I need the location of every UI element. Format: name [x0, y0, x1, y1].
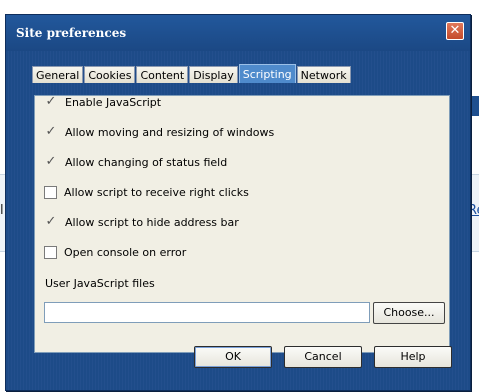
close-button[interactable]: ✕	[446, 22, 464, 40]
checkmark-icon[interactable]: ✓	[44, 125, 58, 139]
checkmark-icon[interactable]: ✓	[44, 155, 58, 169]
unchecked-checkbox[interactable]	[44, 245, 57, 259]
tab-network[interactable]: Network	[296, 66, 351, 83]
option-label: Allow script to receive right clicks	[64, 185, 249, 199]
option-allow-status-field[interactable]: ✓ Allow changing of status field	[44, 154, 228, 170]
close-icon: ✕	[449, 23, 461, 38]
option-open-console-on-error[interactable]: Open console on error	[44, 244, 186, 260]
tab-content[interactable]: Content	[136, 66, 189, 83]
tab-general[interactable]: General	[32, 66, 84, 83]
ok-button[interactable]: OK	[194, 346, 272, 368]
user-js-files-input[interactable]	[44, 302, 370, 323]
option-enable-javascript[interactable]: ✓ Enable JavaScript	[44, 94, 162, 110]
option-allow-moving-resizing[interactable]: ✓ Allow moving and resizing of windows	[44, 124, 275, 140]
option-hide-address-bar[interactable]: ✓ Allow script to hide address bar	[44, 214, 239, 230]
choose-button[interactable]: Choose...	[373, 302, 445, 324]
tab-strip: General Cookies Content Display Scriptin…	[32, 64, 352, 83]
unchecked-checkbox[interactable]	[44, 185, 57, 199]
option-receive-right-clicks[interactable]: Allow script to receive right clicks	[44, 184, 249, 200]
user-js-files-label: User JavaScript files	[45, 277, 155, 290]
checkmark-icon[interactable]: ✓	[44, 95, 58, 109]
cancel-button[interactable]: Cancel	[284, 346, 362, 368]
help-button[interactable]: Help	[374, 346, 452, 368]
option-label: Allow changing of status field	[65, 155, 228, 169]
tab-cookies[interactable]: Cookies	[84, 66, 136, 83]
checkmark-icon[interactable]: ✓	[44, 215, 58, 229]
tab-display[interactable]: Display	[189, 66, 238, 83]
dialog-title: Site preferences	[16, 26, 127, 40]
option-label: Allow script to hide address bar	[65, 215, 239, 229]
tab-scripting[interactable]: Scripting	[238, 64, 296, 83]
option-label: Enable JavaScript	[65, 95, 162, 109]
option-label: Open console on error	[64, 245, 187, 259]
dialog-titlebar[interactable]: Site preferences ✕	[6, 15, 470, 51]
option-label: Allow moving and resizing of windows	[65, 125, 275, 139]
site-preferences-dialog: Site preferences ✕ General Cookies Conte…	[5, 14, 471, 391]
